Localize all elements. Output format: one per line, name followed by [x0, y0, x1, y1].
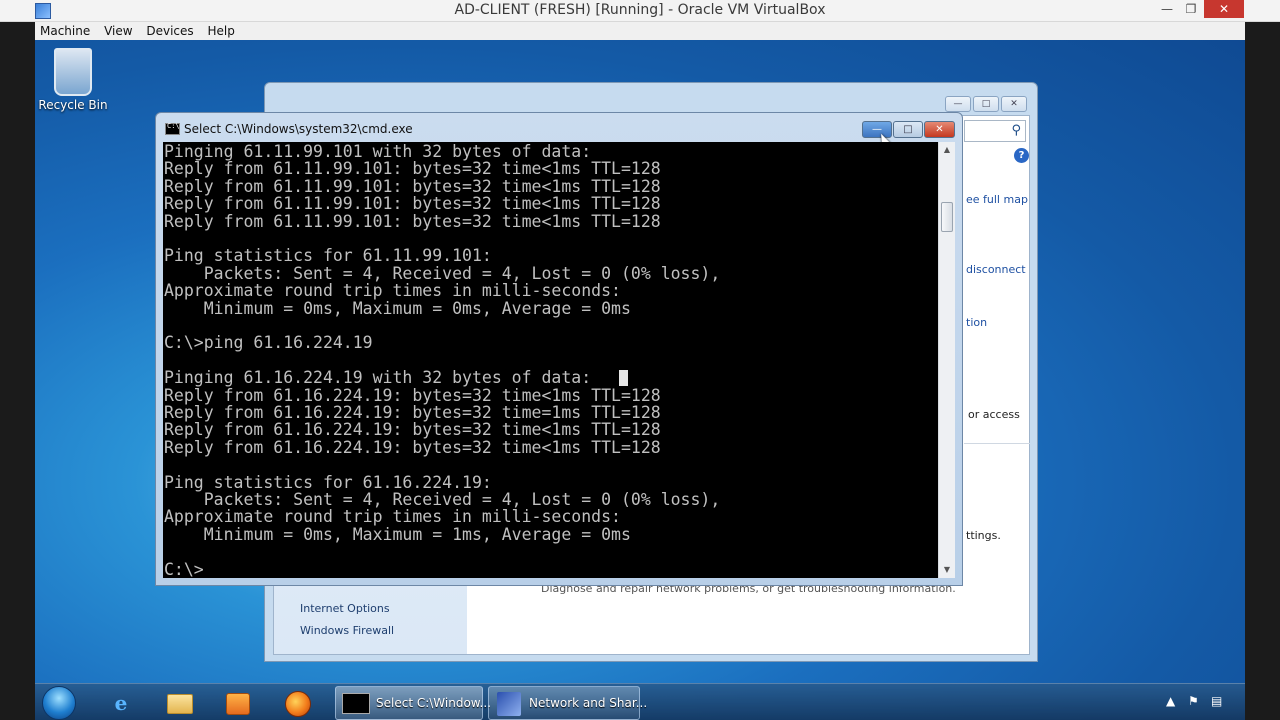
console-line: Approximate round trip times in milli-se…	[164, 281, 621, 301]
console-line: Minimum = 0ms, Maximum = 1ms, Average = …	[164, 524, 631, 544]
menu-help[interactable]: Help	[203, 22, 240, 40]
minimize-icon[interactable]: —	[945, 96, 971, 112]
taskbar-item-network-sharing[interactable]: Network and Shar...	[488, 686, 647, 720]
cmd-window[interactable]: Select C:\Windows\system32\cmd.exe — □ ✕…	[155, 112, 963, 586]
console-line: Packets: Sent = 4, Received = 4, Lost = …	[164, 490, 721, 509]
vertical-scrollbar[interactable]: ▲ ▼	[938, 142, 955, 578]
console-line: Ping statistics for 61.11.99.101:	[164, 246, 492, 266]
console-line: C:\>ping 61.16.224.19	[164, 333, 373, 353]
divider	[964, 443, 1030, 444]
console-line: Reply from 61.11.99.101: bytes=32 time<1…	[164, 176, 661, 196]
cmd-icon	[342, 693, 370, 714]
window-controls: — □ ✕	[943, 91, 1027, 112]
windows-explorer-icon[interactable]	[160, 688, 200, 718]
desktop-icon-label: Recycle Bin	[38, 98, 108, 112]
link-disconnect[interactable]: disconnect	[966, 263, 1026, 276]
link-internet-options[interactable]: Internet Options	[300, 602, 390, 615]
console-line: Packets: Sent = 4, Received = 4, Lost = …	[164, 263, 721, 283]
console-line: Minimum = 0ms, Maximum = 0ms, Average = …	[164, 298, 631, 318]
maximize-icon[interactable]: □	[893, 121, 923, 138]
help-icon[interactable]: ?	[1014, 148, 1029, 163]
network-status-icon[interactable]: ▤	[1211, 694, 1222, 708]
media-player-icon[interactable]	[218, 688, 258, 718]
taskbar-item-label: Select C:\Window...	[376, 696, 491, 710]
close-icon[interactable]: ✕	[1204, 0, 1244, 18]
console-line: Reply from 61.16.224.19: bytes=32 time<1…	[164, 385, 661, 405]
console-line: C:\>	[164, 559, 204, 578]
console-line: Reply from 61.16.224.19: bytes=32 time<1…	[164, 437, 661, 457]
desktop-icon-recycle-bin[interactable]: Recycle Bin	[37, 48, 109, 112]
firefox-icon[interactable]	[278, 688, 318, 718]
scroll-thumb[interactable]	[941, 202, 953, 232]
close-icon[interactable]: ✕	[1001, 96, 1027, 112]
console-line: Reply from 61.16.224.19: bytes=32 time=1…	[164, 403, 661, 422]
console-line: Reply from 61.16.224.19: bytes=32 time<1…	[164, 420, 661, 440]
console-line: Pinging 61.11.99.101 with 32 bytes of da…	[164, 142, 592, 161]
virtualbox-titlebar: AD-CLIENT (FRESH) [Running] - Oracle VM …	[0, 0, 1280, 22]
console-line: Reply from 61.11.99.101: bytes=32 time<1…	[164, 159, 661, 179]
taskbar-item-label: Network and Shar...	[529, 696, 648, 710]
link-windows-firewall[interactable]: Windows Firewall	[300, 624, 394, 637]
internet-explorer-icon[interactable]: e	[101, 688, 141, 718]
search-input[interactable]: ⚲	[964, 120, 1026, 142]
network-sharing-icon	[497, 692, 521, 716]
text-settings: ttings.	[966, 529, 1001, 542]
link-see-full-map[interactable]: ee full map	[966, 193, 1028, 206]
minimize-icon[interactable]: —	[1156, 0, 1178, 18]
cmd-icon[interactable]	[165, 122, 180, 135]
restore-icon[interactable]: ❐	[1180, 0, 1202, 18]
taskbar-item-cmd[interactable]: Select C:\Window...	[335, 686, 491, 720]
recycle-bin-icon	[54, 48, 92, 96]
console-output[interactable]: Pinging 61.11.99.101 with 32 bytes of da…	[163, 142, 938, 578]
virtualbox-menubar: Machine View Devices Help	[35, 22, 1245, 40]
action-center-flag-icon[interactable]: ⚑	[1188, 694, 1199, 708]
search-icon[interactable]: ⚲	[1011, 123, 1021, 138]
show-hidden-icons-icon[interactable]: ▲	[1166, 694, 1175, 708]
console-line: Ping statistics for 61.16.224.19:	[164, 472, 492, 492]
guest-desktop: Recycle Bin — □ ✕ Internet Options Windows…	[35, 40, 1245, 720]
text-cursor	[619, 370, 628, 386]
cmd-title: Select C:\Windows\system32\cmd.exe	[184, 122, 413, 136]
text-or-access: or access	[968, 408, 1020, 421]
taskbar: e Select C:\Window... Network and Shar..…	[35, 683, 1245, 720]
start-button[interactable]	[42, 686, 76, 720]
link-partial-tion[interactable]: tion	[966, 316, 987, 329]
scroll-up-icon[interactable]: ▲	[939, 142, 955, 158]
maximize-icon[interactable]: □	[973, 96, 999, 112]
console-line: Reply from 61.11.99.101: bytes=32 time<1…	[164, 194, 661, 214]
console-line: Approximate round trip times in milli-se…	[164, 507, 621, 527]
close-icon[interactable]: ✕	[924, 121, 955, 138]
console-line: Pinging 61.16.224.19 with 32 bytes of da…	[164, 368, 592, 388]
menu-devices[interactable]: Devices	[141, 22, 198, 40]
menu-view[interactable]: View	[99, 22, 137, 40]
menu-machine[interactable]: Machine	[35, 22, 95, 40]
console-line: Reply from 61.11.99.101: bytes=32 time<1…	[164, 211, 661, 231]
window-title: AD-CLIENT (FRESH) [Running] - Oracle VM …	[454, 2, 826, 18]
scroll-down-icon[interactable]: ▼	[939, 562, 955, 578]
